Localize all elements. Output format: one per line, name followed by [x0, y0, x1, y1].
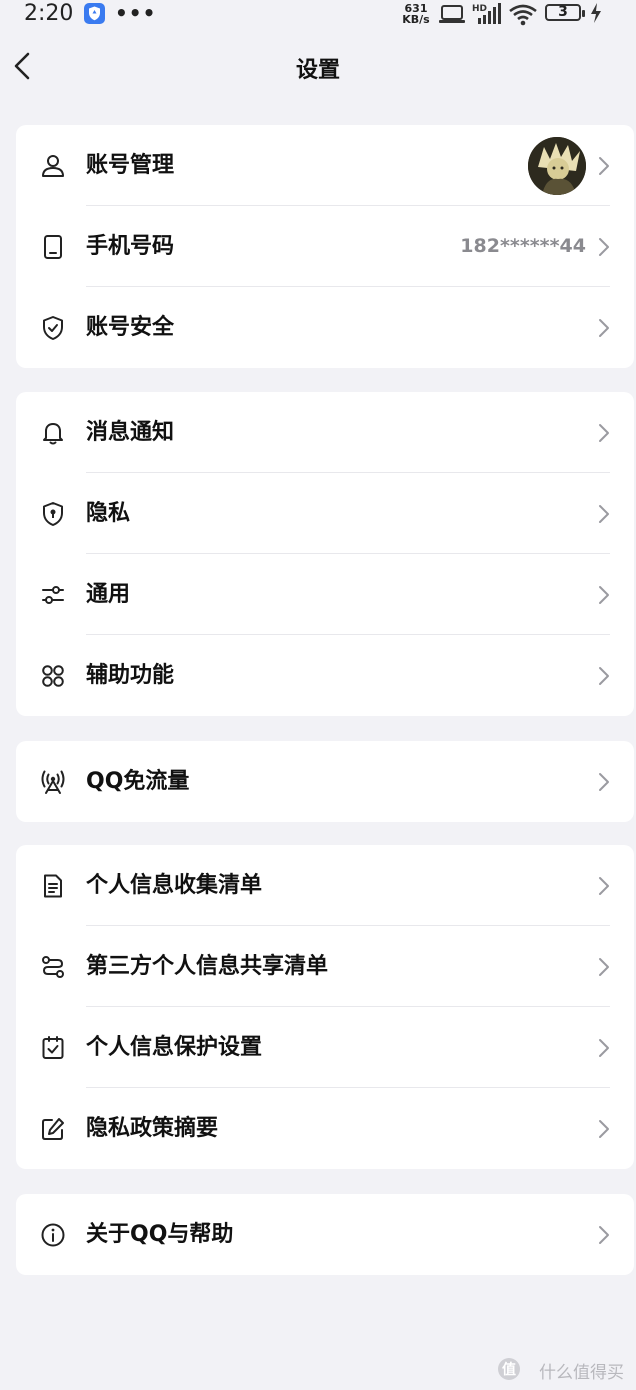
signal-icon: HD — [472, 3, 501, 24]
row-label: 手机号码 — [86, 234, 175, 259]
status-bar: 2:20 ••• 631 KB/s HD 3 — [0, 0, 636, 30]
row-notifications[interactable]: 消息通知 — [16, 392, 634, 473]
checkbox-icon — [42, 1036, 64, 1059]
signal-tower-icon — [41, 770, 65, 794]
net-speed: 631 KB/s — [400, 3, 432, 25]
chevron-right-icon — [599, 773, 609, 791]
row-third-party-share-list[interactable]: 第三方个人信息共享清单 — [16, 926, 634, 1007]
row-label: 关于QQ与帮助 — [86, 1222, 234, 1247]
chevron-right-icon — [599, 586, 609, 604]
battery-level: 3 — [558, 4, 568, 20]
watermark-badge-text: 值 — [502, 1362, 516, 1378]
chevron-right-icon — [599, 1226, 609, 1244]
more-notifications-icon: ••• — [115, 1, 157, 25]
header: 设置 — [0, 40, 636, 92]
grid-icon — [42, 665, 64, 687]
row-label: 消息通知 — [86, 420, 175, 445]
shield-check-icon — [43, 316, 63, 340]
row-label: QQ免流量 — [86, 769, 190, 794]
chevron-right-icon — [599, 319, 609, 337]
row-label: 辅助功能 — [86, 663, 175, 688]
document-icon — [44, 874, 62, 898]
sliders-icon — [42, 586, 64, 604]
info-icon — [41, 1223, 65, 1247]
row-label: 账号安全 — [86, 315, 175, 340]
phone-number-value: 182******44 — [460, 235, 586, 257]
settings-group-account: 账号管理 手机号码 182******44 账号安全 — [16, 125, 634, 368]
security-app-icon — [84, 3, 105, 24]
wifi-icon — [509, 4, 537, 26]
chevron-right-icon — [599, 1120, 609, 1138]
shield-lock-icon — [43, 502, 63, 526]
avatar[interactable] — [528, 137, 586, 195]
chevron-right-icon — [599, 958, 609, 976]
settings-group-data: QQ免流量 — [16, 741, 634, 822]
settings-group-about: 关于QQ与帮助 — [16, 1194, 634, 1275]
watermark-logo: 值 — [498, 1358, 520, 1380]
chevron-right-icon — [599, 877, 609, 895]
row-account-security[interactable]: 账号安全 — [16, 287, 634, 368]
person-icon — [42, 155, 64, 177]
row-label: 个人信息收集清单 — [86, 873, 263, 898]
net-speed-unit: KB/s — [402, 13, 430, 26]
row-privacy-policy-summary[interactable]: 隐私政策摘要 — [16, 1088, 634, 1169]
battery-tip — [582, 10, 585, 17]
chevron-right-icon — [599, 1039, 609, 1057]
row-info-collection-list[interactable]: 个人信息收集清单 — [16, 845, 634, 926]
phone-icon — [44, 235, 62, 259]
chevron-right-icon — [599, 424, 609, 442]
bell-icon — [43, 423, 63, 445]
row-info-protection-settings[interactable]: 个人信息保护设置 — [16, 1007, 634, 1088]
row-account-management[interactable]: 账号管理 — [16, 125, 634, 206]
settings-group-general: 消息通知 隐私 通用 辅助功能 — [16, 392, 634, 716]
row-label: 隐私政策摘要 — [86, 1116, 219, 1141]
row-about-help[interactable]: 关于QQ与帮助 — [16, 1194, 634, 1275]
row-label: 隐私 — [86, 501, 131, 526]
chevron-right-icon — [599, 238, 609, 256]
chevron-right-icon — [599, 505, 609, 523]
row-label: 个人信息保护设置 — [86, 1035, 263, 1060]
svg-text:HD: HD — [472, 4, 487, 14]
settings-group-personal-info: 个人信息收集清单 第三方个人信息共享清单 个人信息保护设置 隐私政策摘要 — [16, 845, 634, 1169]
row-accessibility[interactable]: 辅助功能 — [16, 635, 634, 716]
row-general[interactable]: 通用 — [16, 554, 634, 635]
laptop-icon — [439, 5, 465, 23]
row-label: 账号管理 — [86, 153, 175, 178]
chevron-right-icon — [599, 667, 609, 685]
battery-icon: 3 — [545, 4, 581, 21]
page-title: 设置 — [295, 58, 340, 83]
edit-icon — [42, 1118, 64, 1140]
row-label: 通用 — [86, 582, 131, 607]
row-privacy[interactable]: 隐私 — [16, 473, 634, 554]
watermark: 值 什么值得买 — [484, 1358, 624, 1383]
row-phone-number[interactable]: 手机号码 182******44 — [16, 206, 634, 287]
chevron-right-icon — [599, 157, 609, 175]
watermark-text: 什么值得买 — [539, 1363, 624, 1383]
charging-icon — [591, 3, 601, 23]
row-label: 第三方个人信息共享清单 — [86, 954, 329, 979]
share-route-icon — [42, 956, 64, 978]
status-time: 2:20 — [24, 1, 74, 26]
row-qq-free-data[interactable]: QQ免流量 — [16, 741, 634, 822]
